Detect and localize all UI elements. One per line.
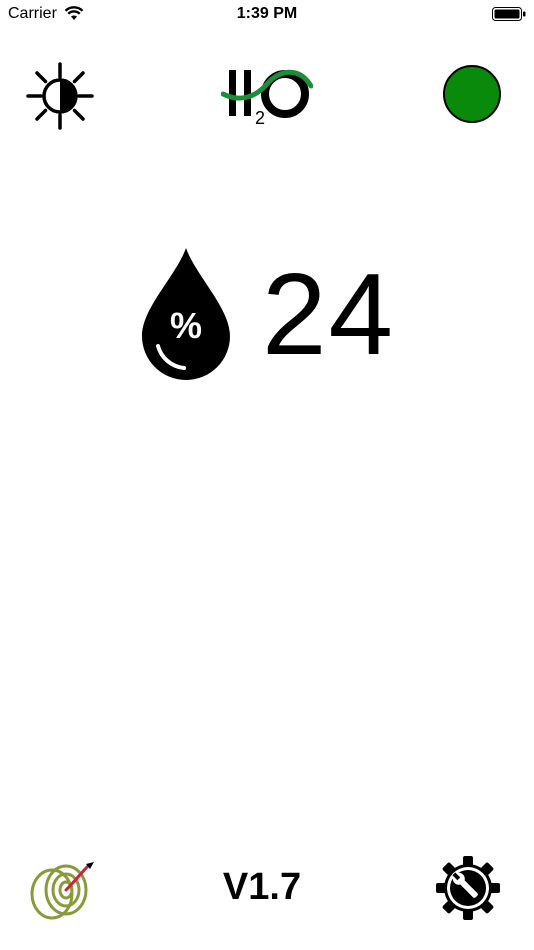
status-time: 1:39 PM	[236, 5, 298, 22]
battery-icon	[492, 7, 526, 21]
svg-text:2: 2	[255, 108, 265, 128]
status-indicator[interactable]	[443, 65, 501, 123]
h2o-logo: 2	[220, 64, 314, 128]
settings-button[interactable]	[434, 854, 502, 922]
brightness-button[interactable]	[26, 62, 94, 130]
settings-gear-icon	[436, 856, 500, 920]
humidity-reading: % 24	[138, 246, 428, 386]
humidity-drop-icon: %	[142, 248, 230, 380]
bottom-bar: V1.7	[0, 850, 534, 930]
status-bar: Carrier 1:39 PM	[0, 0, 534, 28]
h2o-logo-icon: 2	[220, 69, 314, 128]
humidity-value: 24	[262, 249, 396, 379]
svg-text:%: %	[170, 305, 202, 346]
brightness-icon	[26, 62, 94, 130]
